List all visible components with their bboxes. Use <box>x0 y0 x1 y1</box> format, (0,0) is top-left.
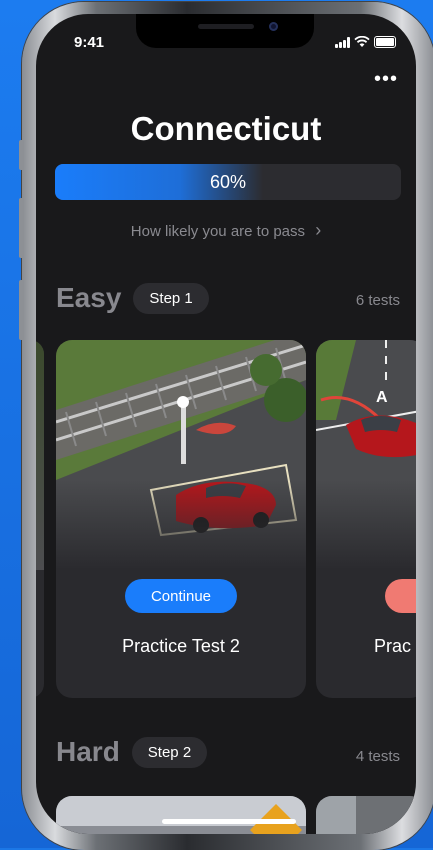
wifi-icon <box>354 36 370 47</box>
test-card-hard-next[interactable] <box>316 796 416 834</box>
continue-button[interactable]: Continue <box>125 579 237 613</box>
mute-switch <box>19 140 24 170</box>
section-title: Easy <box>56 282 122 313</box>
status-time: 9:41 <box>74 34 105 51</box>
start-button[interactable]: T <box>385 579 416 613</box>
signal-icon <box>335 36 350 48</box>
section-header-easy: Easy Step 1 <box>56 282 209 314</box>
pass-link-text: How likely you are to pass <box>130 223 306 240</box>
test-card-previous[interactable] <box>36 340 44 698</box>
pass-likelihood-link[interactable]: How likely you are to pass › <box>36 220 416 241</box>
chevron-right-icon: › <box>315 220 322 240</box>
step-badge: Step 2 <box>131 736 208 768</box>
card-image-railroad-crossing <box>56 340 306 570</box>
home-indicator <box>162 819 296 824</box>
front-camera <box>269 22 278 31</box>
card-title: Prac <box>374 636 412 656</box>
battery-icon <box>374 36 396 48</box>
card-image-parking-lot: A <box>316 340 416 570</box>
volume-down-button <box>19 280 24 340</box>
card-image-road-sign <box>56 796 306 834</box>
card-image <box>36 340 44 570</box>
test-card-next[interactable]: A T Prac <box>316 340 416 698</box>
svg-text:A: A <box>376 389 388 406</box>
page-title: Connecticut <box>130 110 322 147</box>
test-count: 4 tests <box>355 748 400 765</box>
card-image-road <box>316 796 416 834</box>
test-card[interactable]: Continue Practice Test 2 <box>56 340 306 698</box>
test-card-hard[interactable] <box>56 796 306 834</box>
section-title: Hard <box>56 736 120 767</box>
volume-up-button <box>19 198 24 258</box>
speaker <box>198 24 254 29</box>
phone-screen: 9:41 ••• Connecticut 60% How likely you … <box>36 14 416 834</box>
step-badge: Step 1 <box>133 282 209 314</box>
status-icons <box>335 36 396 48</box>
progress-label: 60% <box>209 171 247 192</box>
notch <box>136 14 314 48</box>
pass-progress-bar: 60% <box>55 164 401 200</box>
test-count: 6 tests <box>355 292 400 309</box>
more-options-button[interactable]: ••• <box>374 69 398 89</box>
card-title: Practice Test 2 <box>122 636 240 656</box>
section-header-hard: Hard Step 2 <box>56 736 208 768</box>
